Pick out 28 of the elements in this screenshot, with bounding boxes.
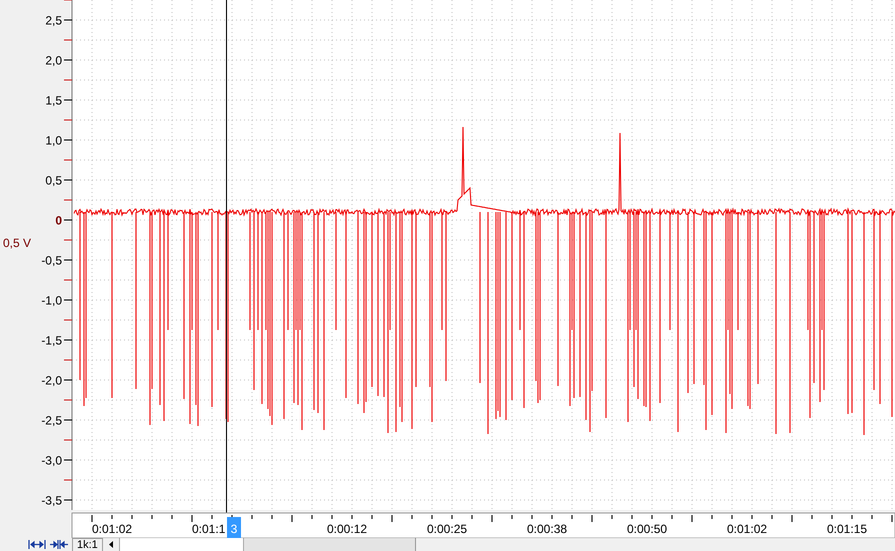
scroll-thumb[interactable] (118, 538, 244, 551)
y-axis-label: -3,5 (41, 494, 62, 508)
x-axis-label: 0:00:50 (627, 522, 668, 536)
contract-icon[interactable] (50, 540, 68, 549)
cursor-readout[interactable]: 3 (227, 517, 241, 538)
x-axis-label: 0:01:15 (827, 522, 868, 536)
scale-label: 0,5 V (3, 236, 32, 250)
y-axis-label: -2,5 (41, 414, 62, 428)
zoom-ratio: 1k:1 (72, 538, 103, 551)
y-axis-label: 1,5 (45, 94, 62, 108)
y-axis-label: -2,0 (41, 374, 62, 388)
x-axis-label: 0:00:38 (527, 522, 568, 536)
x-axis-label: 0:00:25 (427, 522, 468, 536)
x-axis-label: 0:01:02 (727, 522, 768, 536)
expand-icon[interactable] (28, 540, 46, 549)
y-axis-label: 2,0 (45, 54, 62, 68)
x-axis-label: 0:01:1 (192, 522, 226, 536)
y-axis-label: 1,0 (45, 134, 62, 148)
y-axis-label: 2,5 (45, 14, 62, 28)
y-axis-label: -1,5 (41, 334, 62, 348)
x-axis-label: 0:01:02 (92, 522, 132, 536)
x-axis-label: 0:00:12 (327, 522, 368, 536)
y-axis-label: -0,5 (41, 254, 62, 268)
y-axis-label: -3,0 (41, 454, 62, 468)
y-axis-label: -1,0 (41, 294, 62, 308)
left-arrow-icon (108, 541, 113, 548)
y-axis-label: 0,5 (45, 174, 62, 188)
y-axis-label: 0 (55, 214, 62, 228)
